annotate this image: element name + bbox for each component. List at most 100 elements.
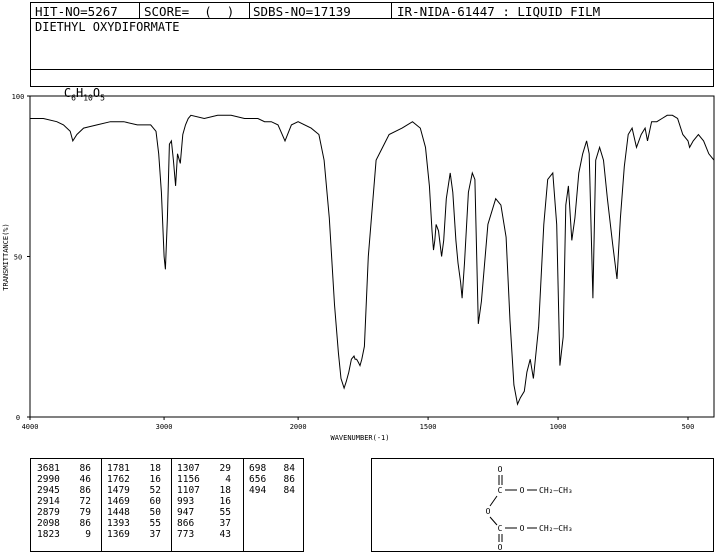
peak-row: 656 86 bbox=[249, 474, 305, 485]
peak-row: 2914 72 bbox=[37, 496, 101, 507]
peak-wavenumber: 1107 bbox=[177, 485, 200, 496]
ethyl-chain: CH₂—CH₃ bbox=[539, 486, 573, 495]
peak-wavenumber: 1369 bbox=[107, 529, 130, 540]
peak-wavenumber: 1469 bbox=[107, 496, 130, 507]
structure-atom: O bbox=[520, 524, 525, 533]
peak-transmittance: 84 bbox=[283, 485, 295, 496]
peak-row: 1469 60 bbox=[107, 496, 171, 507]
peak-wavenumber: 1479 bbox=[107, 485, 130, 496]
peak-row: 3681 86 bbox=[37, 463, 101, 474]
ir-spectrum-chart: 4000 3000 2000 1500 1000 500 100500 WAVENUMBE… bbox=[2, 93, 715, 442]
peak-transmittance: 18 bbox=[149, 463, 161, 474]
peak-row: 1369 37 bbox=[107, 529, 171, 540]
peak-wavenumber: 1393 bbox=[107, 518, 130, 529]
x-tick-label: 1500 bbox=[420, 423, 437, 431]
peak-wavenumber: 1762 bbox=[107, 474, 130, 485]
x-tick-label: 3000 bbox=[156, 423, 173, 431]
peak-column-divider bbox=[243, 459, 244, 551]
structure-atom: O bbox=[520, 486, 525, 495]
peak-wavenumber: 698 bbox=[249, 463, 267, 474]
structure-atom: O bbox=[498, 543, 503, 551]
peak-row: 1307 29 bbox=[177, 463, 241, 474]
structure-atom: C bbox=[498, 524, 503, 533]
spectrum-series-line bbox=[30, 114, 715, 406]
x-tick-label: 500 bbox=[682, 423, 695, 431]
peak-row: 2990 46 bbox=[37, 474, 101, 485]
structure-atom: C bbox=[498, 486, 503, 495]
peak-row: 1781 18 bbox=[107, 463, 171, 474]
peak-wavenumber: 773 bbox=[177, 529, 195, 540]
x-axis-ticks: 4000 3000 2000 1500 1000 500 bbox=[22, 417, 695, 431]
peak-wavenumber: 2879 bbox=[37, 507, 60, 518]
peak-transmittance: 79 bbox=[79, 507, 91, 518]
peak-transmittance: 55 bbox=[149, 518, 161, 529]
bond bbox=[489, 495, 498, 507]
peak-row: 2879 79 bbox=[37, 507, 101, 518]
peak-row: 1823 9 bbox=[37, 529, 101, 540]
peak-transmittance: 37 bbox=[219, 518, 231, 529]
peak-transmittance: 18 bbox=[219, 485, 231, 496]
peak-wavenumber: 993 bbox=[177, 496, 195, 507]
peak-transmittance: 86 bbox=[79, 463, 91, 474]
y-tick-label: 100 bbox=[12, 93, 25, 101]
peak-wavenumber: 947 bbox=[177, 507, 195, 518]
x-axis-label: WAVENUMBER(-1) bbox=[330, 434, 389, 442]
peak-wavenumber: 1448 bbox=[107, 507, 130, 518]
peak-wavenumber: 2990 bbox=[37, 474, 60, 485]
peak-row: 1393 55 bbox=[107, 518, 171, 529]
peak-column: 3681 86 2990 46 2945 86 2914 72 2879 79 2098 86 1823… bbox=[37, 463, 101, 540]
peak-row: 993 16 bbox=[177, 496, 241, 507]
y-axis-ticks: 100 50 0 bbox=[12, 93, 30, 422]
peak-transmittance: 55 bbox=[219, 507, 231, 518]
peak-transmittance: 50 bbox=[149, 507, 161, 518]
peak-transmittance: 52 bbox=[149, 485, 161, 496]
peak-row: 1479 52 bbox=[107, 485, 171, 496]
structure-diagram: O C O CH₂—CH₃ O C O CH₂—CH₃ O bbox=[486, 465, 573, 551]
peak-row: 2098 86 bbox=[37, 518, 101, 529]
peak-transmittance: 9 bbox=[85, 529, 91, 540]
peak-transmittance: 4 bbox=[225, 474, 231, 485]
x-tick-label: 1000 bbox=[550, 423, 567, 431]
peak-transmittance: 16 bbox=[149, 474, 161, 485]
peak-transmittance: 86 bbox=[79, 518, 91, 529]
peak-wavenumber: 3681 bbox=[37, 463, 60, 474]
peak-transmittance: 29 bbox=[219, 463, 231, 474]
peak-column: 1781 18 1762 16 1479 52 1469 60 1448 50 1393 55 1369… bbox=[107, 463, 171, 540]
peak-table: 3681 86 2990 46 2945 86 2914 72 2879 79 2098 86 1823… bbox=[30, 458, 304, 552]
peak-row: 698 84 bbox=[249, 463, 305, 474]
peak-wavenumber: 2945 bbox=[37, 485, 60, 496]
ethyl-chain: CH₂—CH₃ bbox=[539, 524, 573, 533]
peak-row: 1107 18 bbox=[177, 485, 241, 496]
peak-row: 1448 50 bbox=[107, 507, 171, 518]
peak-transmittance: 72 bbox=[79, 496, 91, 507]
peak-transmittance: 46 bbox=[79, 474, 91, 485]
structure-box: O C O CH₂—CH₃ O C O CH₂—CH₃ O bbox=[371, 458, 714, 552]
peak-transmittance: 86 bbox=[283, 474, 295, 485]
structure-atom: O bbox=[498, 465, 503, 474]
peak-row: 2945 86 bbox=[37, 485, 101, 496]
bond bbox=[489, 516, 498, 526]
peak-transmittance: 43 bbox=[219, 529, 231, 540]
peak-transmittance: 37 bbox=[149, 529, 161, 540]
peak-row: 947 55 bbox=[177, 507, 241, 518]
structure-atom: O bbox=[486, 507, 491, 516]
peak-column-divider bbox=[101, 459, 102, 551]
x-tick-label: 4000 bbox=[22, 423, 39, 431]
peak-wavenumber: 1307 bbox=[177, 463, 200, 474]
y-tick-label: 50 bbox=[14, 254, 22, 262]
peak-row: 1762 16 bbox=[107, 474, 171, 485]
peak-transmittance: 60 bbox=[149, 496, 161, 507]
peak-wavenumber: 494 bbox=[249, 485, 267, 496]
x-tick-label: 2000 bbox=[290, 423, 307, 431]
y-tick-label: 0 bbox=[16, 414, 20, 422]
peak-wavenumber: 2098 bbox=[37, 518, 60, 529]
plot-frame bbox=[29, 95, 715, 418]
peak-column: 1307 29 1156 4 1107 18 993 16 947 55 866 37 773 43 bbox=[177, 463, 241, 540]
peak-column-divider bbox=[171, 459, 172, 551]
peak-wavenumber: 866 bbox=[177, 518, 195, 529]
peak-transmittance: 84 bbox=[283, 463, 295, 474]
peak-wavenumber: 1823 bbox=[37, 529, 60, 540]
peak-column: 698 84 656 86 494 84 bbox=[249, 463, 305, 496]
peak-row: 773 43 bbox=[177, 529, 241, 540]
peak-wavenumber: 1156 bbox=[177, 474, 200, 485]
